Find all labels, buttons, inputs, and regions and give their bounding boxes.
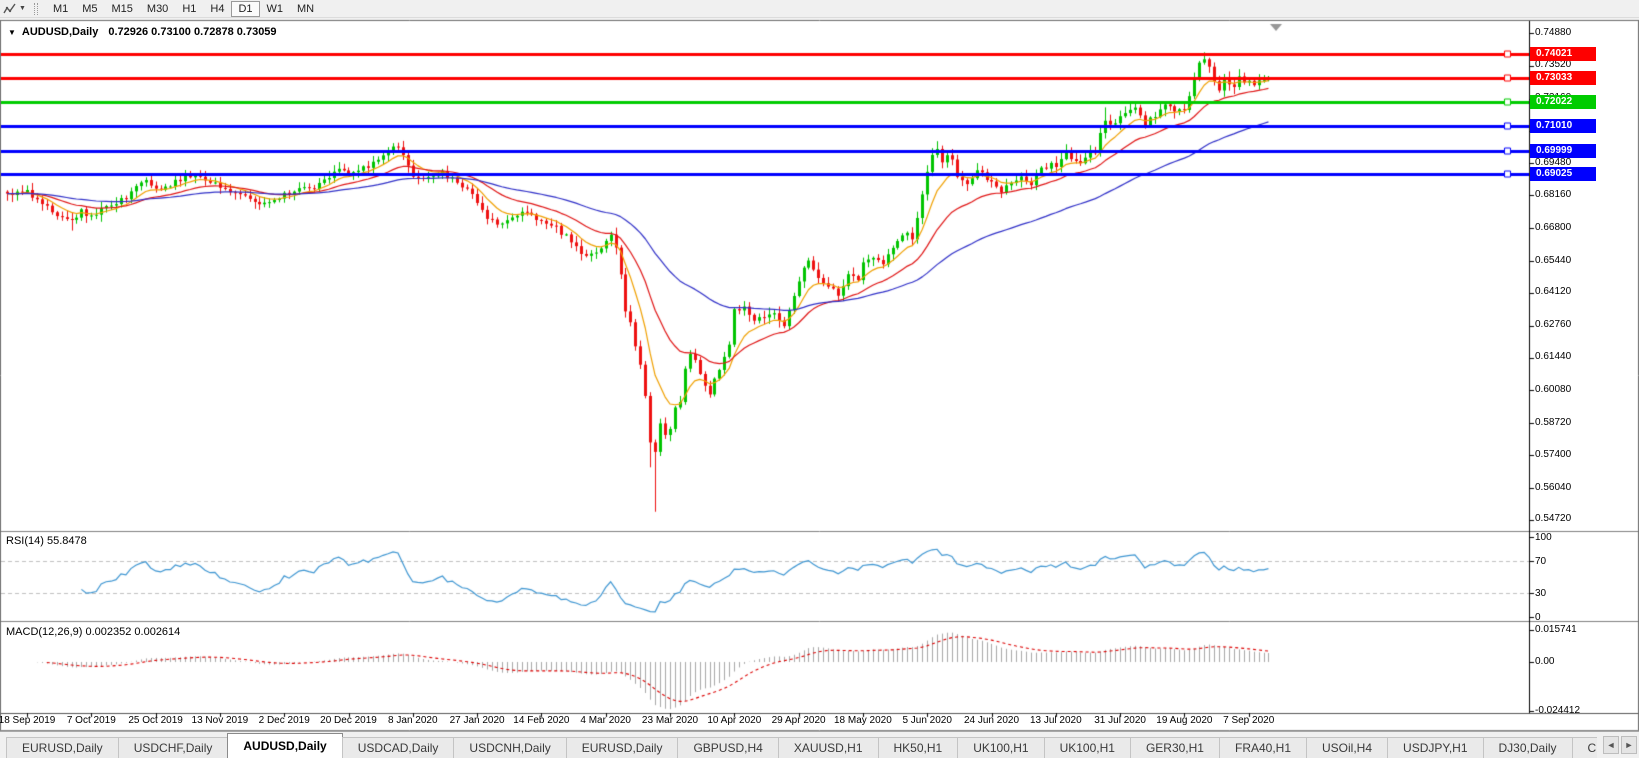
- date-label: 5 Jun 2020: [902, 715, 952, 726]
- date-label: 18 May 2020: [833, 715, 892, 726]
- price-tick: 0.68160: [1535, 188, 1572, 200]
- timeframe-mn[interactable]: MN: [290, 1, 321, 17]
- symbol-tab-uk100[interactable]: UK100,H1: [1043, 737, 1131, 758]
- date-label: 27 Jan 2020: [449, 715, 505, 726]
- timeframe-h1[interactable]: H1: [175, 1, 203, 17]
- timeframe-buttons: M1 M5 M15 M30 H1 H4 D1 W1 MN: [46, 0, 321, 17]
- timeframe-h4[interactable]: H4: [203, 1, 231, 17]
- toolbar-grip[interactable]: [33, 2, 38, 15]
- hline-price-label[interactable]: 0.74021: [1530, 46, 1596, 61]
- timeframe-w1[interactable]: W1: [260, 1, 291, 17]
- price-tick: 0.69480: [1535, 156, 1572, 168]
- chart-dropdown-icon[interactable]: ▼: [8, 28, 16, 37]
- timeframe-m30[interactable]: M30: [140, 1, 175, 17]
- symbol-tab-gbpusd[interactable]: GBPUSD,H4: [677, 737, 779, 758]
- macd-tick: 0.015741: [1535, 624, 1577, 635]
- timeframe-d1[interactable]: D1: [231, 0, 260, 17]
- rsi-label: RSI(14) 55.8478: [6, 535, 87, 547]
- price-tick: 0.56040: [1535, 481, 1572, 493]
- date-label: 4 Mar 2020: [580, 715, 631, 726]
- symbol-tab-hk50[interactable]: HK50,H1: [877, 737, 959, 758]
- macd-tick: 0.00: [1535, 656, 1555, 667]
- chart-ohlc-values: 0.72926 0.73100 0.72878 0.73059: [108, 26, 277, 38]
- symbol-tab-eurusd[interactable]: EURUSD,Daily: [565, 737, 679, 758]
- date-label: 29 Apr 2020: [771, 715, 826, 726]
- symbol-tab-china300[interactable]: CHINA300,H1: [1571, 737, 1597, 758]
- symbol-tab-usdchf[interactable]: USDCHF,Daily: [117, 737, 229, 758]
- symbol-tab-dj30[interactable]: DJ30,Daily: [1482, 737, 1573, 758]
- symbol-tab-uk100[interactable]: UK100,H1: [957, 737, 1045, 758]
- price-tick: 0.61440: [1535, 351, 1572, 363]
- date-label: 7 Oct 2019: [66, 715, 116, 726]
- date-label: 25 Oct 2019: [128, 715, 183, 726]
- symbol-tab-eurusd[interactable]: EURUSD,Daily: [6, 737, 119, 758]
- timeframe-m5[interactable]: M5: [75, 1, 104, 17]
- date-label: 19 Aug 2020: [1156, 715, 1213, 726]
- price-tick: 0.62760: [1535, 319, 1572, 331]
- price-tick: 0.66800: [1535, 221, 1572, 233]
- hline-price-label[interactable]: 0.72022: [1530, 95, 1596, 110]
- rsi-tick: 30: [1535, 588, 1547, 599]
- price-tick: 0.58720: [1535, 416, 1572, 428]
- rsi-tick: 0: [1535, 612, 1541, 623]
- timeframe-m15[interactable]: M15: [105, 1, 140, 17]
- tab-scroll-left-icon[interactable]: ◄: [1603, 736, 1619, 754]
- price-tick: 0.57400: [1535, 448, 1572, 460]
- symbol-tab-audusd[interactable]: AUDUSD,Daily: [227, 733, 343, 758]
- symbol-tab-ger30[interactable]: GER30,H1: [1129, 737, 1220, 758]
- symbol-tab-usoil[interactable]: USOil,H4: [1306, 737, 1389, 758]
- symbol-tab-usdcad[interactable]: USDCAD,Daily: [341, 737, 455, 758]
- rsi-tick: 100: [1535, 532, 1552, 543]
- tab-scroll-right-icon[interactable]: ►: [1621, 736, 1637, 754]
- hline-price-label[interactable]: 0.69025: [1530, 167, 1596, 182]
- chart-symbol: AUDUSD,Daily: [21, 26, 99, 38]
- symbol-tabbar: EURUSD,Daily USDCHF,Daily AUDUSD,Daily USDC…: [0, 731, 1639, 758]
- date-label: 31 Jul 2020: [1094, 715, 1146, 726]
- date-label: 13 Nov 2019: [191, 715, 249, 726]
- price-tick: 0.73520: [1535, 59, 1572, 71]
- price-tick: 0.65440: [1535, 254, 1572, 266]
- date-label: 20 Dec 2019: [320, 715, 377, 726]
- symbol-tabs: EURUSD,Daily USDCHF,Daily AUDUSD,Daily USDC…: [6, 733, 1597, 758]
- date-label: 14 Feb 2020: [513, 715, 570, 726]
- symbol-tab-usdjpy[interactable]: USDJPY,H1: [1387, 737, 1484, 758]
- chart-title[interactable]: ▼ AUDUSD,Daily 0.72926 0.73100 0.72878 0…: [8, 26, 277, 38]
- macd-tick: -0.024412: [1535, 705, 1581, 716]
- symbol-tab-xauusd[interactable]: XAUUSD,H1: [777, 737, 879, 758]
- date-label: 24 Jun 2020: [963, 715, 1020, 726]
- hline-price-label[interactable]: 0.69999: [1530, 143, 1596, 158]
- hline-price-label[interactable]: 0.71010: [1530, 119, 1596, 134]
- price-tick: 0.64120: [1535, 286, 1572, 298]
- chart-line-icon[interactable]: [1, 1, 19, 17]
- symbol-tab-usdcnh[interactable]: USDCNH,Daily: [453, 737, 567, 758]
- timeframe-m1[interactable]: M1: [46, 1, 75, 17]
- caret-down-icon[interactable]: ▼: [19, 5, 26, 12]
- date-label: 13 Jul 2020: [1029, 715, 1082, 726]
- hline-price-label[interactable]: 0.73033: [1530, 70, 1596, 85]
- date-label: 23 Mar 2020: [641, 715, 699, 726]
- price-tick: 0.54720: [1535, 513, 1572, 525]
- tab-scroll-arrows: ◄ ►: [1601, 732, 1637, 758]
- date-label: 8 Jan 2020: [388, 715, 438, 726]
- date-label: 18 Sep 2019: [0, 715, 56, 726]
- price-tick: 0.74880: [1535, 26, 1572, 38]
- symbol-tab-fra40[interactable]: FRA40,H1: [1218, 737, 1308, 758]
- date-label: 2 Dec 2019: [258, 715, 310, 726]
- rsi-tick: 70: [1535, 556, 1547, 567]
- chart-canvas[interactable]: [0, 0, 1639, 758]
- macd-label: MACD(12,26,9) 0.002352 0.002614: [6, 626, 181, 638]
- date-label: 7 Sep 2020: [1223, 715, 1275, 726]
- date-label: 10 Apr 2020: [707, 715, 762, 726]
- toolbar: ▼ M1 M5 M15 M30 H1 H4 D1 W1 MN: [0, 0, 1639, 18]
- price-tick: 0.60080: [1535, 383, 1572, 395]
